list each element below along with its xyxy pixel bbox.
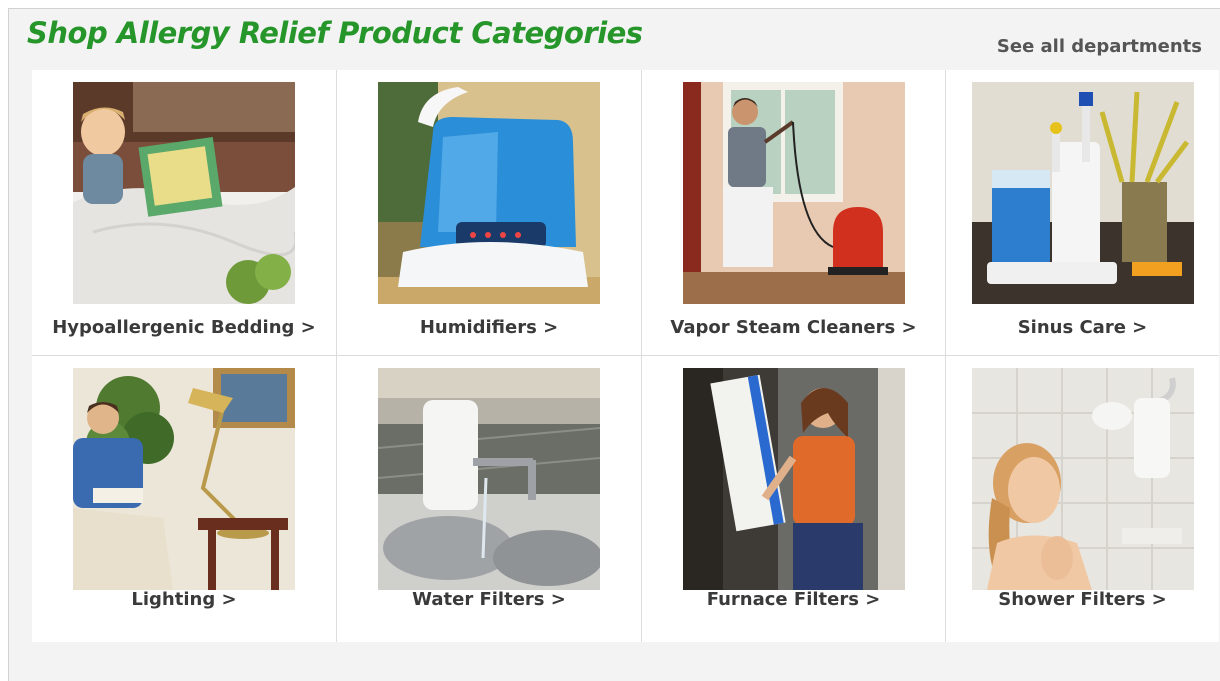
category-label-furnace-filters[interactable]: Furnace Filters > (642, 589, 945, 610)
category-image-lighting[interactable] (73, 368, 295, 590)
child-reading-in-bed-image (73, 82, 295, 304)
woman-replacing-furnace-filter-image (682, 368, 905, 590)
category-label-humidifiers[interactable]: Humidifiers > (337, 317, 641, 338)
category-image-furnace-filters[interactable] (682, 368, 905, 590)
category-image-shower-filters[interactable] (971, 368, 1194, 590)
woman-steam-cleaning-window-image (682, 82, 905, 304)
category-label-sinus-care[interactable]: Sinus Care > (946, 317, 1219, 338)
category-card-hypoallergenic-bedding[interactable]: Hypoallergenic Bedding > (32, 70, 337, 356)
category-card-lighting[interactable]: Lighting > (32, 356, 337, 642)
category-image-humidifiers[interactable] (378, 82, 600, 304)
category-card-sinus-care[interactable]: Sinus Care > (946, 70, 1219, 356)
category-card-shower-filters[interactable]: Shower Filters > (946, 356, 1219, 642)
category-label-vapor-steam-cleaners[interactable]: Vapor Steam Cleaners > (642, 317, 945, 338)
woman-under-filtered-shower-image (971, 368, 1194, 590)
blue-humidifier-image (378, 82, 600, 304)
category-image-vapor-steam-cleaners[interactable] (682, 82, 905, 304)
category-image-hypoallergenic-bedding[interactable] (73, 82, 295, 304)
faucet-water-filter-image (378, 368, 600, 590)
category-card-water-filters[interactable]: Water Filters > (337, 356, 642, 642)
category-card-furnace-filters[interactable]: Furnace Filters > (642, 356, 946, 642)
man-reading-by-lamp-image (73, 368, 295, 590)
category-card-humidifiers[interactable]: Humidifiers > (337, 70, 642, 356)
category-image-sinus-care[interactable] (971, 82, 1194, 304)
category-image-water-filters[interactable] (378, 368, 600, 590)
category-label-lighting[interactable]: Lighting > (32, 589, 336, 610)
see-all-departments-link[interactable]: See all departments (997, 36, 1202, 57)
category-label-water-filters[interactable]: Water Filters > (337, 589, 641, 610)
category-label-hypoallergenic-bedding[interactable]: Hypoallergenic Bedding > (32, 317, 336, 338)
page-title: Shop Allergy Relief Product Categories (27, 16, 643, 50)
category-grid: Hypoallergenic Bedding > Humidifiers > V… (32, 70, 1219, 642)
sinus-irrigation-device-image (971, 82, 1194, 304)
category-label-shower-filters[interactable]: Shower Filters > (946, 589, 1219, 610)
category-card-vapor-steam-cleaners[interactable]: Vapor Steam Cleaners > (642, 70, 946, 356)
